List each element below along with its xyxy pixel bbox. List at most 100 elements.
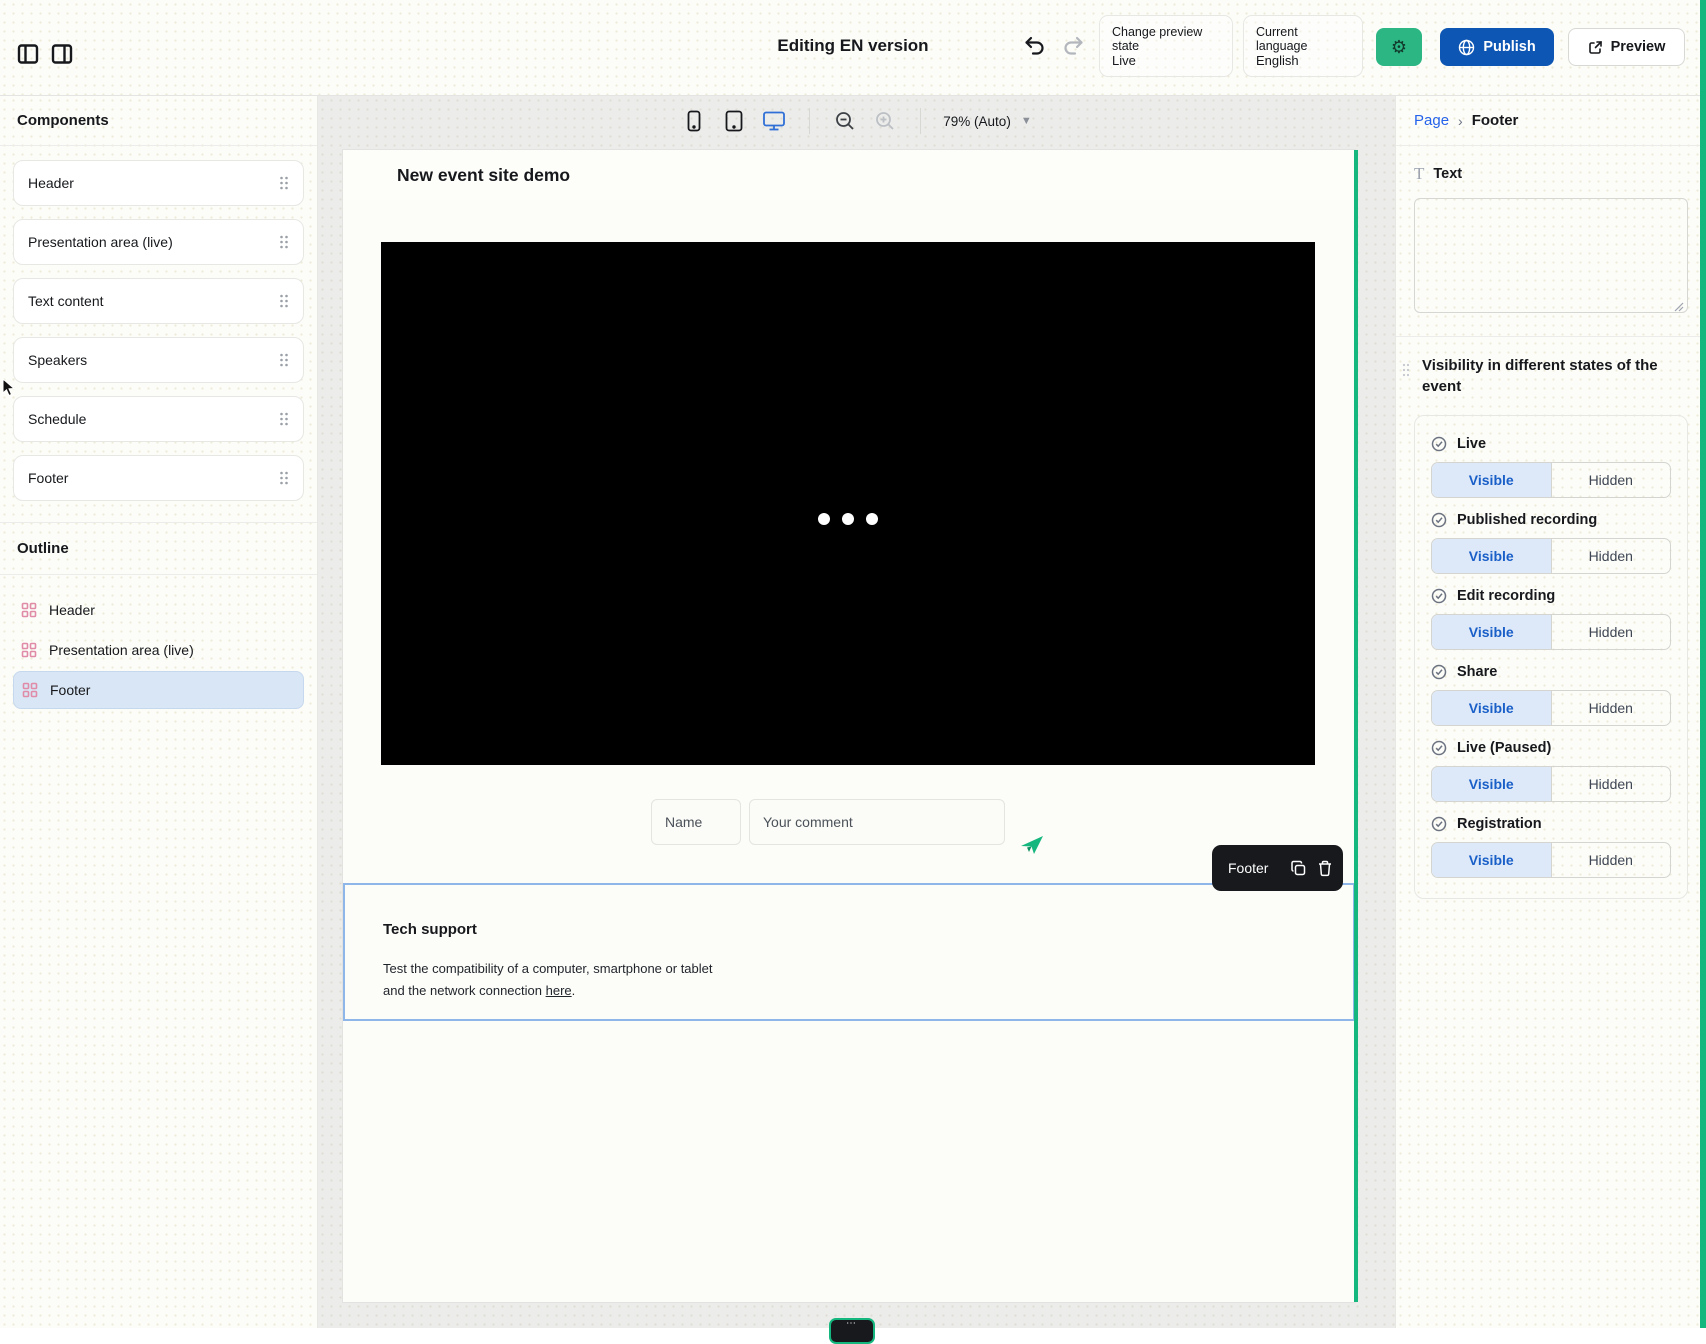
drag-handle-icon[interactable] <box>279 176 289 190</box>
state-registration: Registration <box>1431 816 1671 832</box>
settings-button[interactable]: ⚙ <box>1376 28 1422 66</box>
language-dropdown[interactable]: Current language English <box>1243 15 1363 77</box>
site-header-section[interactable]: New event site demo <box>343 150 1355 200</box>
hidden-option[interactable]: Hidden <box>1551 843 1671 877</box>
presentation-video-area[interactable] <box>381 242 1315 765</box>
breadcrumb-page-link[interactable]: Page <box>1414 112 1449 129</box>
hidden-option[interactable]: Hidden <box>1551 615 1671 649</box>
editor-canvas: 79% (Auto) ▼ New event site demo Footer <box>318 96 1395 1328</box>
text-property-block: T Text <box>1396 146 1706 337</box>
tech-support-line1: Test the compatibility of a computer, sm… <box>383 958 1315 980</box>
outline-item-header[interactable]: Header <box>13 591 304 629</box>
text-icon: T <box>1414 164 1424 184</box>
duplicate-icon[interactable] <box>1290 856 1307 880</box>
drag-handle-icon[interactable] <box>279 294 289 308</box>
undo-icon[interactable] <box>1022 32 1048 58</box>
zoom-level-value: 79% (Auto) <box>943 114 1011 129</box>
component-card-schedule[interactable]: Schedule <box>13 396 304 442</box>
gear-icon: ⚙ <box>1391 37 1407 58</box>
zoom-out-icon[interactable] <box>832 108 858 134</box>
state-edit-recording: Edit recording <box>1431 588 1671 604</box>
visibility-card: Live Visible Hidden Published recording … <box>1414 415 1688 899</box>
circle-check-icon <box>1431 588 1447 604</box>
hidden-option[interactable]: Hidden <box>1551 539 1671 573</box>
zoom-level-dropdown[interactable]: 79% (Auto) ▼ <box>943 114 1031 129</box>
component-card-presentation-area[interactable]: Presentation area (live) <box>13 219 304 265</box>
drag-handle-icon[interactable] <box>279 412 289 426</box>
outline-item-footer[interactable]: Footer <box>13 671 304 709</box>
send-comment-icon[interactable] <box>1015 830 1049 860</box>
component-card-text-content[interactable]: Text content <box>13 278 304 324</box>
chevron-right-icon: › <box>1458 113 1463 129</box>
comment-name-input[interactable] <box>651 799 741 845</box>
component-card-footer[interactable]: Footer <box>13 455 304 501</box>
selected-component-badge: Footer <box>1212 845 1343 891</box>
component-grid-icon <box>22 682 38 698</box>
preview-state-label: Change preview state <box>1112 25 1220 53</box>
tech-support-link[interactable]: here <box>546 983 572 998</box>
language-value: English <box>1256 53 1350 68</box>
outline-list: Header Presentation area (live) Footer <box>0 575 317 727</box>
visibility-toggle-registration: Visible Hidden <box>1431 842 1671 878</box>
drag-handle-icon[interactable] <box>279 353 289 367</box>
component-card-header[interactable]: Header <box>13 160 304 206</box>
hidden-option[interactable]: Hidden <box>1551 691 1671 725</box>
visible-option[interactable]: Visible <box>1432 767 1551 801</box>
left-sidebar: Components Header Presentation area (liv… <box>0 96 318 1328</box>
outline-item-presentation-area[interactable]: Presentation area (live) <box>13 631 304 669</box>
visibility-toggle-edit-recording: Visible Hidden <box>1431 614 1671 650</box>
drag-handle-icon[interactable] <box>1402 363 1410 377</box>
top-bar: Editing EN version Change preview state … <box>0 0 1706 96</box>
mobile-preview-icon[interactable] <box>681 108 707 134</box>
canvas-toolbar: 79% (Auto) ▼ <box>318 96 1395 146</box>
circle-check-icon <box>1431 664 1447 680</box>
preview-page: New event site demo Footer <box>343 150 1355 1302</box>
visible-option[interactable]: Visible <box>1432 539 1551 573</box>
component-label: Text content <box>28 293 104 309</box>
component-label: Footer <box>28 470 68 486</box>
preview-state-dropdown[interactable]: Change preview state Live <box>1099 15 1233 77</box>
outline-item-label: Presentation area (live) <box>49 642 194 658</box>
footer-text-input[interactable] <box>1414 198 1688 313</box>
toolbar-divider <box>809 108 810 134</box>
page-selection-indicator <box>1354 150 1358 1302</box>
comment-text-input[interactable] <box>749 799 1005 845</box>
circle-check-icon <box>1431 816 1447 832</box>
circle-check-icon <box>1431 512 1447 528</box>
delete-icon[interactable] <box>1317 856 1333 880</box>
external-link-icon <box>1588 40 1603 55</box>
drag-handle-icon[interactable] <box>279 471 289 485</box>
visible-option[interactable]: Visible <box>1432 843 1551 877</box>
footer-section-selected[interactable]: Tech support Test the compatibility of a… <box>343 883 1355 1021</box>
visible-option[interactable]: Visible <box>1432 691 1551 725</box>
hidden-option[interactable]: Hidden <box>1551 767 1671 801</box>
zoom-in-icon[interactable] <box>872 108 898 134</box>
circle-check-icon <box>1431 436 1447 452</box>
tablet-preview-icon[interactable] <box>721 108 747 134</box>
section-toolbar-peek[interactable]: ⋯ <box>829 1318 875 1344</box>
component-label: Schedule <box>28 411 86 427</box>
language-label: Current language <box>1256 25 1350 53</box>
component-grid-icon <box>21 602 37 618</box>
visibility-toggle-share: Visible Hidden <box>1431 690 1671 726</box>
components-list: Header Presentation area (live) Text con… <box>0 146 317 523</box>
text-field-label: T Text <box>1414 164 1688 184</box>
state-published-recording: Published recording <box>1431 512 1671 528</box>
visible-option[interactable]: Visible <box>1432 463 1551 497</box>
preview-button[interactable]: Preview <box>1568 28 1685 66</box>
component-card-speakers[interactable]: Speakers <box>13 337 304 383</box>
redo-icon[interactable] <box>1060 32 1086 58</box>
visibility-heading: Visibility in different states of the ev… <box>1422 355 1672 397</box>
chevron-down-icon: ▼ <box>1021 115 1032 127</box>
desktop-preview-icon[interactable] <box>761 108 787 134</box>
visibility-toggle-live-paused: Visible Hidden <box>1431 766 1671 802</box>
publish-button[interactable]: Publish <box>1440 28 1554 66</box>
outline-item-label: Footer <box>50 682 90 698</box>
globe-icon <box>1458 39 1475 56</box>
visible-option[interactable]: Visible <box>1432 615 1551 649</box>
visibility-toggle-published-recording: Visible Hidden <box>1431 538 1671 574</box>
selected-component-name: Footer <box>1228 860 1268 876</box>
hidden-option[interactable]: Hidden <box>1551 463 1671 497</box>
component-label: Presentation area (live) <box>28 234 173 250</box>
drag-handle-icon[interactable] <box>279 235 289 249</box>
